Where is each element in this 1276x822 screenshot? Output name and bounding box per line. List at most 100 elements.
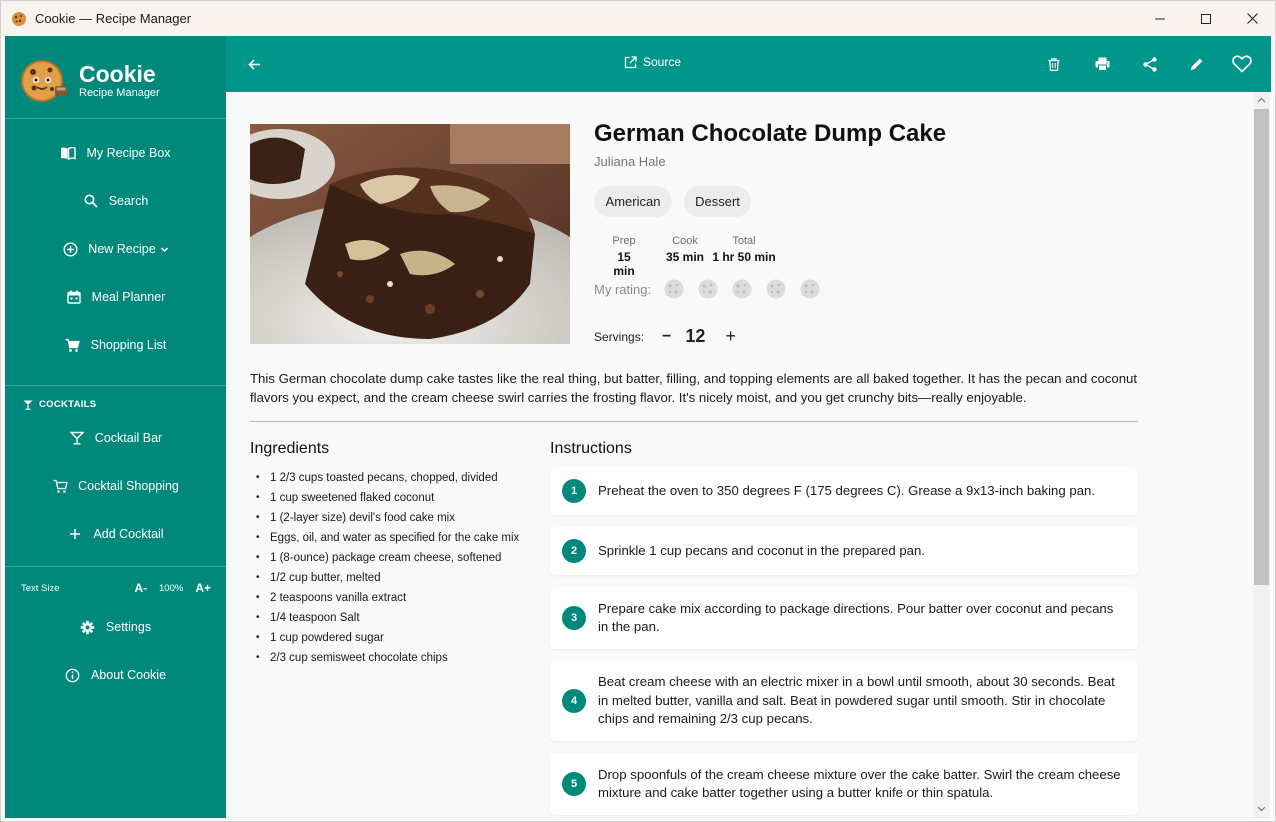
tag-chip[interactable]: American (594, 186, 672, 217)
vertical-scrollbar[interactable] (1253, 92, 1270, 818)
rating-cookie-2-icon[interactable] (697, 278, 719, 300)
book-icon (60, 145, 77, 161)
tag-chip[interactable]: Dessert (684, 186, 751, 217)
rating-cookie-4-icon[interactable] (765, 278, 787, 300)
maximize-button[interactable] (1183, 1, 1229, 36)
cocktail-icon (69, 430, 85, 446)
time-value: 1 hr 50 min (712, 250, 776, 264)
recipe-app-bar: Source (226, 36, 1271, 92)
recipe-photo (250, 124, 570, 344)
close-icon (1246, 13, 1258, 24)
ingredient-item: 1 2/3 cups toasted pecans, chopped, divi… (250, 468, 540, 488)
time-value: 15 min (613, 250, 635, 278)
heart-icon (1232, 55, 1252, 73)
step-number: 1 (562, 479, 586, 503)
sidebar-item-add-cocktail[interactable]: Add Cocktail (5, 514, 226, 554)
ingredient-item: 1 cup sweetened flaked coconut (250, 488, 540, 508)
cocktail-icon (23, 400, 33, 410)
share-icon (1143, 56, 1157, 72)
text-size-increase-button[interactable]: A+ (195, 581, 211, 595)
sidebar-item-meal-planner[interactable]: Meal Planner (5, 277, 226, 317)
sidebar-item-new-recipe[interactable]: New Recipe (5, 229, 226, 269)
sidebar-item-label: Settings (105, 620, 152, 634)
ingredients-heading: Ingredients (250, 440, 330, 457)
rating-cookie-1-icon[interactable] (663, 278, 685, 300)
arrow-left-icon (247, 58, 260, 70)
close-button[interactable] (1229, 1, 1275, 36)
minimize-button[interactable] (1137, 1, 1183, 36)
servings-label: Servings: (594, 329, 645, 344)
step-number: 5 (562, 772, 586, 796)
instruction-step: 4 Beat cream cheese with an electric mix… (550, 661, 1138, 741)
sidebar-item-label: Cocktail Bar (94, 431, 163, 445)
instruction-step: 3 Prepare cake mix according to package … (550, 587, 1138, 649)
sidebar-divider (5, 566, 226, 567)
info-icon (65, 667, 81, 683)
sidebar-item-cocktail-bar[interactable]: Cocktail Bar (5, 418, 226, 458)
scroll-down-arrow-icon[interactable] (1257, 804, 1266, 813)
instruction-step: 5 Drop spoonfuls of the cream cheese mix… (550, 753, 1138, 815)
sidebar-item-shopping-list[interactable]: Shopping List (5, 325, 226, 365)
plus-icon (67, 526, 83, 542)
sidebar-item-my-recipe-box[interactable]: My Recipe Box (5, 133, 226, 173)
printer-icon (1095, 57, 1109, 71)
cart-icon (52, 478, 68, 494)
cocktails-section-label: COCKTAILS (23, 399, 96, 410)
ingredient-item: 1/4 teaspoon Salt (250, 608, 540, 628)
scrollbar-thumb[interactable] (1254, 109, 1269, 585)
servings-increase-button[interactable]: + (725, 326, 736, 347)
favorite-button[interactable] (1230, 52, 1254, 76)
sidebar-item-label: Add Cocktail (93, 527, 164, 541)
add-circle-icon (62, 241, 78, 257)
chevron-down-icon (160, 245, 169, 254)
servings-value: 12 (685, 326, 706, 346)
sidebar-item-label: New Recipe (88, 242, 156, 256)
sidebar-item-label: Meal Planner (91, 290, 166, 304)
calendar-icon (66, 289, 82, 305)
time-label: Cook (672, 235, 698, 247)
rating-cookies (663, 278, 821, 300)
step-number: 2 (562, 539, 586, 563)
cocktails-label-text: COCKTAILS (39, 399, 97, 410)
source-link[interactable]: Source (624, 55, 681, 69)
sidebar-item-label: Search (108, 194, 149, 208)
scroll-up-arrow-icon[interactable] (1257, 96, 1266, 105)
text-size-label: Text Size (21, 582, 60, 594)
step-text: Prepare cake mix according to package di… (598, 600, 1114, 635)
sidebar-divider (5, 118, 226, 119)
recipe-author: Juliana Hale (594, 154, 666, 169)
title-bar: Cookie — Recipe Manager (1, 1, 1275, 36)
time-label: Prep (612, 235, 636, 247)
step-number: 3 (562, 606, 586, 630)
sidebar-item-label: My Recipe Box (86, 146, 171, 160)
brand-name: Cookie (79, 61, 156, 87)
step-text: Sprinkle 1 cup pecans and coconut in the… (598, 542, 925, 558)
brand-subtitle: Recipe Manager (79, 87, 160, 99)
edit-button[interactable] (1185, 52, 1209, 76)
sidebar-item-settings[interactable]: Settings (5, 607, 226, 647)
sidebar-item-label: Cocktail Shopping (78, 479, 179, 493)
ingredient-item: 1 (8-ounce) package cream cheese, soften… (250, 548, 540, 568)
cook-time: Cook 35 min (662, 235, 708, 264)
sidebar-item-cocktail-shopping[interactable]: Cocktail Shopping (5, 466, 226, 506)
section-divider (250, 421, 1138, 422)
servings-decrease-button[interactable]: − (662, 328, 671, 346)
delete-button[interactable] (1042, 52, 1066, 76)
print-button[interactable] (1090, 52, 1114, 76)
recipe-description: This German chocolate dump cake tastes l… (250, 371, 1138, 405)
sidebar-item-search[interactable]: Search (5, 181, 226, 221)
sidebar-item-about[interactable]: About Cookie (5, 655, 226, 695)
instruction-step: 1 Preheat the oven to 350 degrees F (175… (550, 467, 1138, 515)
text-size-decrease-button[interactable]: A- (134, 581, 147, 595)
recipe-title: German Chocolate Dump Cake (594, 120, 947, 147)
instruction-step: 2 Sprinkle 1 cup pecans and coconut in t… (550, 527, 1138, 575)
step-number: 4 (562, 689, 586, 713)
servings-control: Servings: − 12 + (594, 326, 736, 347)
time-value: 35 min (665, 250, 704, 264)
rating-cookie-5-icon[interactable] (799, 278, 821, 300)
back-button[interactable] (244, 54, 264, 74)
text-size-value: 100% (159, 582, 184, 594)
rating-cookie-3-icon[interactable] (731, 278, 753, 300)
share-button[interactable] (1138, 52, 1162, 76)
instructions-heading: Instructions (550, 440, 632, 457)
